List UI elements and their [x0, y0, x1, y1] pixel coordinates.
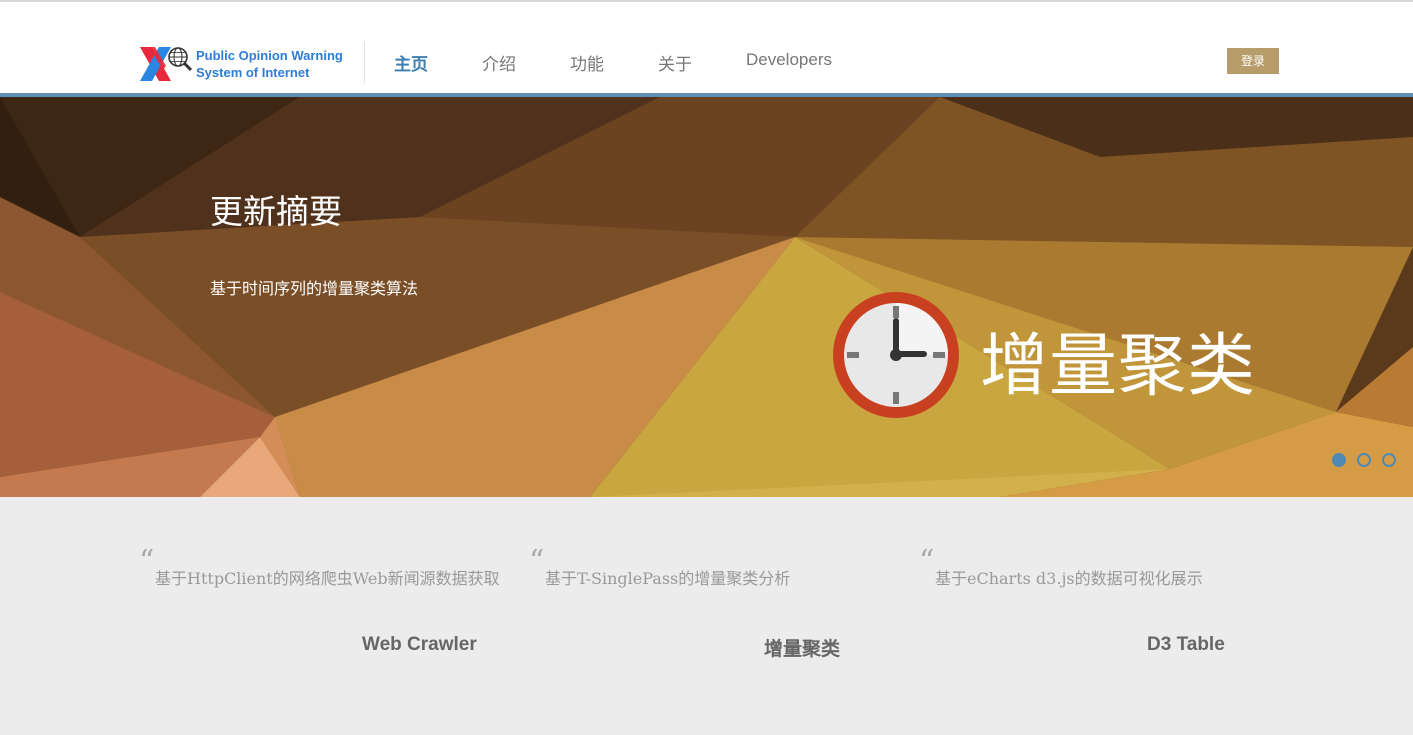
site-logo[interactable]: Public Opinion Warning System of Interne…	[139, 44, 349, 84]
hero-subtitle: 基于时间序列的增量聚类算法	[210, 279, 419, 298]
login-button[interactable]: 登录	[1227, 48, 1279, 74]
nav-item-home[interactable]: 主页	[394, 50, 428, 75]
header-divider	[364, 42, 365, 84]
logo-line-2: System of Internet	[196, 65, 310, 80]
logo-x-globe-icon	[140, 47, 193, 81]
carousel-dot-2[interactable]	[1357, 453, 1371, 467]
hero-title: 更新摘要	[210, 192, 342, 231]
logo-line-1: Public Opinion Warning	[196, 48, 343, 63]
logo-text: Public Opinion Warning System of Interne…	[196, 47, 343, 81]
hero-big-text: 增量聚类	[980, 327, 1257, 406]
features-section: “ 基于HttpClient的网络爬虫Web新闻源数据获取 Web Crawle…	[0, 497, 1413, 735]
quote-icon: “	[139, 544, 155, 579]
nav-item-intro[interactable]: 介绍	[482, 50, 516, 75]
feature-description: 基于eCharts d3.js的数据可视化展示	[935, 569, 1203, 588]
feature-title: 增量聚类	[764, 639, 841, 660]
feature-title: Web Crawler	[362, 634, 477, 655]
hero-carousel: 更新摘要 基于时间序列的增量聚类算法 增量聚类	[0, 97, 1413, 497]
carousel-dot-3[interactable]	[1382, 453, 1396, 467]
nav-item-about[interactable]: 关于	[658, 50, 692, 75]
nav-item-features[interactable]: 功能	[570, 50, 604, 75]
feature-description: 基于T-SinglePass的增量聚类分析	[545, 569, 791, 588]
feature-title: D3 Table	[1147, 634, 1225, 655]
nav-item-developers[interactable]: Developers	[746, 50, 832, 70]
quote-icon: “	[919, 544, 935, 579]
feature-description: 基于HttpClient的网络爬虫Web新闻源数据获取	[155, 569, 500, 588]
carousel-dot-1[interactable]	[1332, 453, 1346, 467]
clock-icon	[833, 292, 959, 418]
quote-icon: “	[529, 544, 545, 579]
